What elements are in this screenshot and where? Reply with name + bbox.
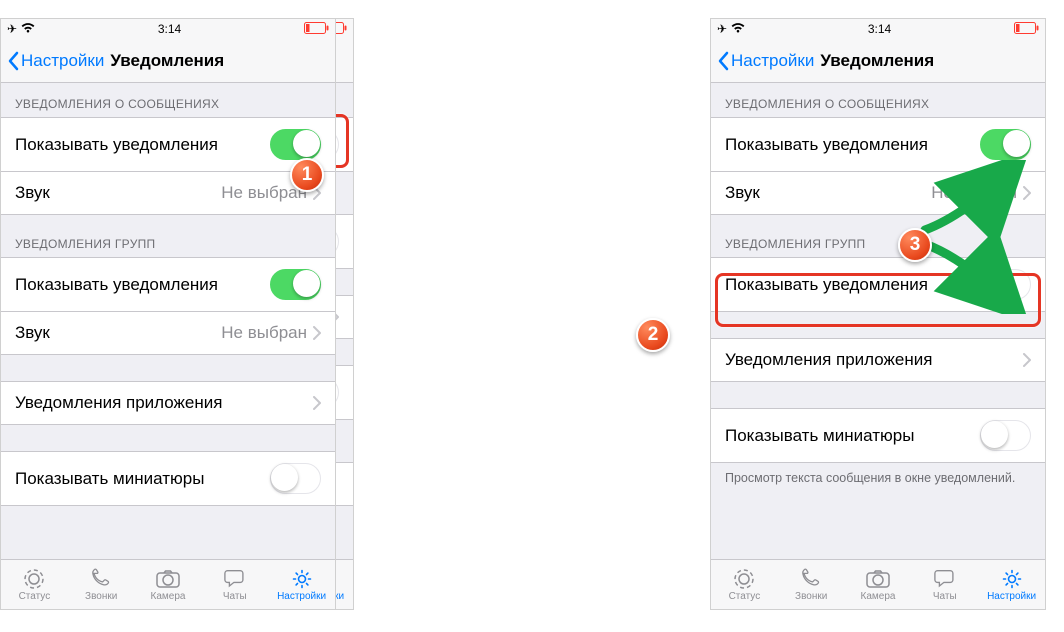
cell-label: Показывать уведомления — [725, 275, 928, 295]
tab-status[interactable]: Статус — [1, 568, 68, 602]
toggle-thumbnails[interactable] — [980, 420, 1031, 451]
chats-icon — [222, 568, 248, 590]
status-icon — [731, 568, 757, 590]
section-header-groups: УВЕДОМЛЕНИЯ ГРУПП — [711, 215, 1045, 257]
tab-calls[interactable]: Звонки — [778, 568, 845, 602]
airplane-mode-icon: ✈︎ — [717, 22, 727, 36]
tab-chats[interactable]: Чаты — [911, 568, 978, 602]
wifi-icon — [731, 22, 745, 36]
chevron-right-icon — [313, 326, 321, 340]
gear-icon — [999, 568, 1025, 590]
nav-bar: Настройки Уведомления — [711, 39, 1045, 83]
row-show-thumbnails[interactable]: Показывать миниатюры — [711, 408, 1045, 463]
chevron-right-icon — [313, 396, 321, 410]
cell-label: Показывать уведомления — [15, 135, 218, 155]
row-app-notifications[interactable]: Уведомления приложения — [1, 381, 335, 425]
annotation-badge-1: 1 — [290, 158, 324, 192]
cell-label: Звук — [15, 323, 50, 343]
row-msg-sound[interactable]: Звук Не выбран — [711, 171, 1045, 215]
cell-label: Показывать уведомления — [15, 275, 218, 295]
footer-note-thumbnails: Просмотр текста сообщения в окне уведомл… — [711, 463, 1045, 487]
status-time: 3:14 — [158, 22, 181, 36]
annotation-badge-3: 3 — [898, 228, 932, 262]
camera-icon — [865, 568, 891, 590]
tab-label: Чаты — [223, 591, 247, 602]
section-header-messages: УВЕДОМЛЕНИЯ О СООБЩЕНИЯХ — [711, 83, 1045, 117]
tab-label: Статус — [729, 591, 761, 602]
section-header-groups: УВЕДОМЛЕНИЯ ГРУПП — [1, 215, 335, 257]
back-label: Настройки — [21, 51, 104, 71]
battery-icon — [1014, 22, 1039, 37]
toggle-group-notifications[interactable] — [270, 269, 321, 300]
row-msg-show-notifications[interactable]: Показывать уведомления — [1, 117, 335, 171]
toggle-thumbnails[interactable] — [270, 463, 321, 494]
page-title: Уведомления — [110, 51, 224, 71]
tab-calls[interactable]: Звонки — [68, 568, 135, 602]
cell-label: Звук — [725, 183, 760, 203]
back-button[interactable]: Настройки — [711, 51, 814, 71]
phone-screenshot-2: ✈︎ 3:14 Настройки Уведомления УВЕДОМЛЕНИ… — [710, 18, 1046, 610]
cell-label: Уведомления приложения — [15, 393, 222, 413]
tab-camera[interactable]: Камера — [135, 568, 202, 602]
chevron-left-icon — [7, 51, 19, 71]
phone-screenshot-3: ✈︎ 3:14 Настройки Уведомления УВЕДОМЛЕНИ… — [0, 18, 336, 610]
cell-value: Не выбран — [931, 183, 1017, 203]
status-bar: ✈︎ 3:14 — [1, 19, 335, 39]
airplane-mode-icon: ✈︎ — [7, 22, 17, 36]
tab-status[interactable]: Статус — [711, 568, 778, 602]
tab-bar: Статус Звонки Камера Чаты Настройки — [711, 559, 1045, 609]
chevron-left-icon — [717, 51, 729, 71]
section-header-messages: УВЕДОМЛЕНИЯ О СООБЩЕНИЯХ — [1, 83, 335, 117]
back-button[interactable]: Настройки — [1, 51, 104, 71]
phone-icon — [798, 568, 824, 590]
row-msg-show-notifications[interactable]: Показывать уведомления — [711, 117, 1045, 171]
tab-settings[interactable]: Настройки — [268, 568, 335, 602]
status-icon — [21, 568, 47, 590]
row-app-notifications[interactable]: Уведомления приложения — [711, 338, 1045, 382]
tab-label: Настройки — [987, 591, 1036, 602]
battery-icon — [304, 22, 329, 37]
settings-list: УВЕДОМЛЕНИЯ О СООБЩЕНИЯХ Показывать увед… — [1, 83, 335, 559]
back-label: Настройки — [731, 51, 814, 71]
toggle-msg-notifications[interactable] — [980, 129, 1031, 160]
chevron-right-icon — [1023, 353, 1031, 367]
cell-label: Показывать уведомления — [725, 135, 928, 155]
tab-bar: Статус Звонки Камера Чаты Настройки — [1, 559, 335, 609]
tab-chats[interactable]: Чаты — [201, 568, 268, 602]
row-show-thumbnails[interactable]: Показывать миниатюры — [1, 451, 335, 506]
tab-label: Чаты — [933, 591, 957, 602]
tab-label: Звонки — [85, 591, 117, 602]
wifi-icon — [21, 22, 35, 36]
phone-icon — [88, 568, 114, 590]
cell-label: Уведомления приложения — [725, 350, 932, 370]
tab-label: Камера — [151, 591, 186, 602]
chats-icon — [932, 568, 958, 590]
row-group-show-notifications[interactable]: Показывать уведомления — [1, 257, 335, 311]
settings-list: УВЕДОМЛЕНИЯ О СООБЩЕНИЯХ Показывать увед… — [711, 83, 1045, 559]
toggle-group-notifications[interactable] — [980, 269, 1031, 300]
tab-settings[interactable]: Настройки — [978, 568, 1045, 602]
row-group-show-notifications[interactable]: Показывать уведомления — [711, 257, 1045, 312]
annotation-badge-2: 2 — [636, 318, 670, 352]
tab-label: Статус — [19, 591, 51, 602]
tab-label: Настройки — [277, 591, 326, 602]
row-group-sound[interactable]: Звук Не выбран — [1, 311, 335, 355]
cell-value: Не выбран — [221, 323, 307, 343]
tab-label: Камера — [861, 591, 896, 602]
cell-label: Показывать миниатюры — [15, 469, 204, 489]
chevron-right-icon — [1023, 186, 1031, 200]
status-bar: ✈︎ 3:14 — [711, 19, 1045, 39]
cell-label: Звук — [15, 183, 50, 203]
status-time: 3:14 — [868, 22, 891, 36]
row-msg-sound[interactable]: Звук Не выбран — [1, 171, 335, 215]
tab-label: Звонки — [795, 591, 827, 602]
page-title: Уведомления — [820, 51, 934, 71]
nav-bar: Настройки Уведомления — [1, 39, 335, 83]
cell-label: Показывать миниатюры — [725, 426, 914, 446]
toggle-msg-notifications[interactable] — [270, 129, 321, 160]
camera-icon — [155, 568, 181, 590]
gear-icon — [289, 568, 315, 590]
tab-camera[interactable]: Камера — [845, 568, 912, 602]
